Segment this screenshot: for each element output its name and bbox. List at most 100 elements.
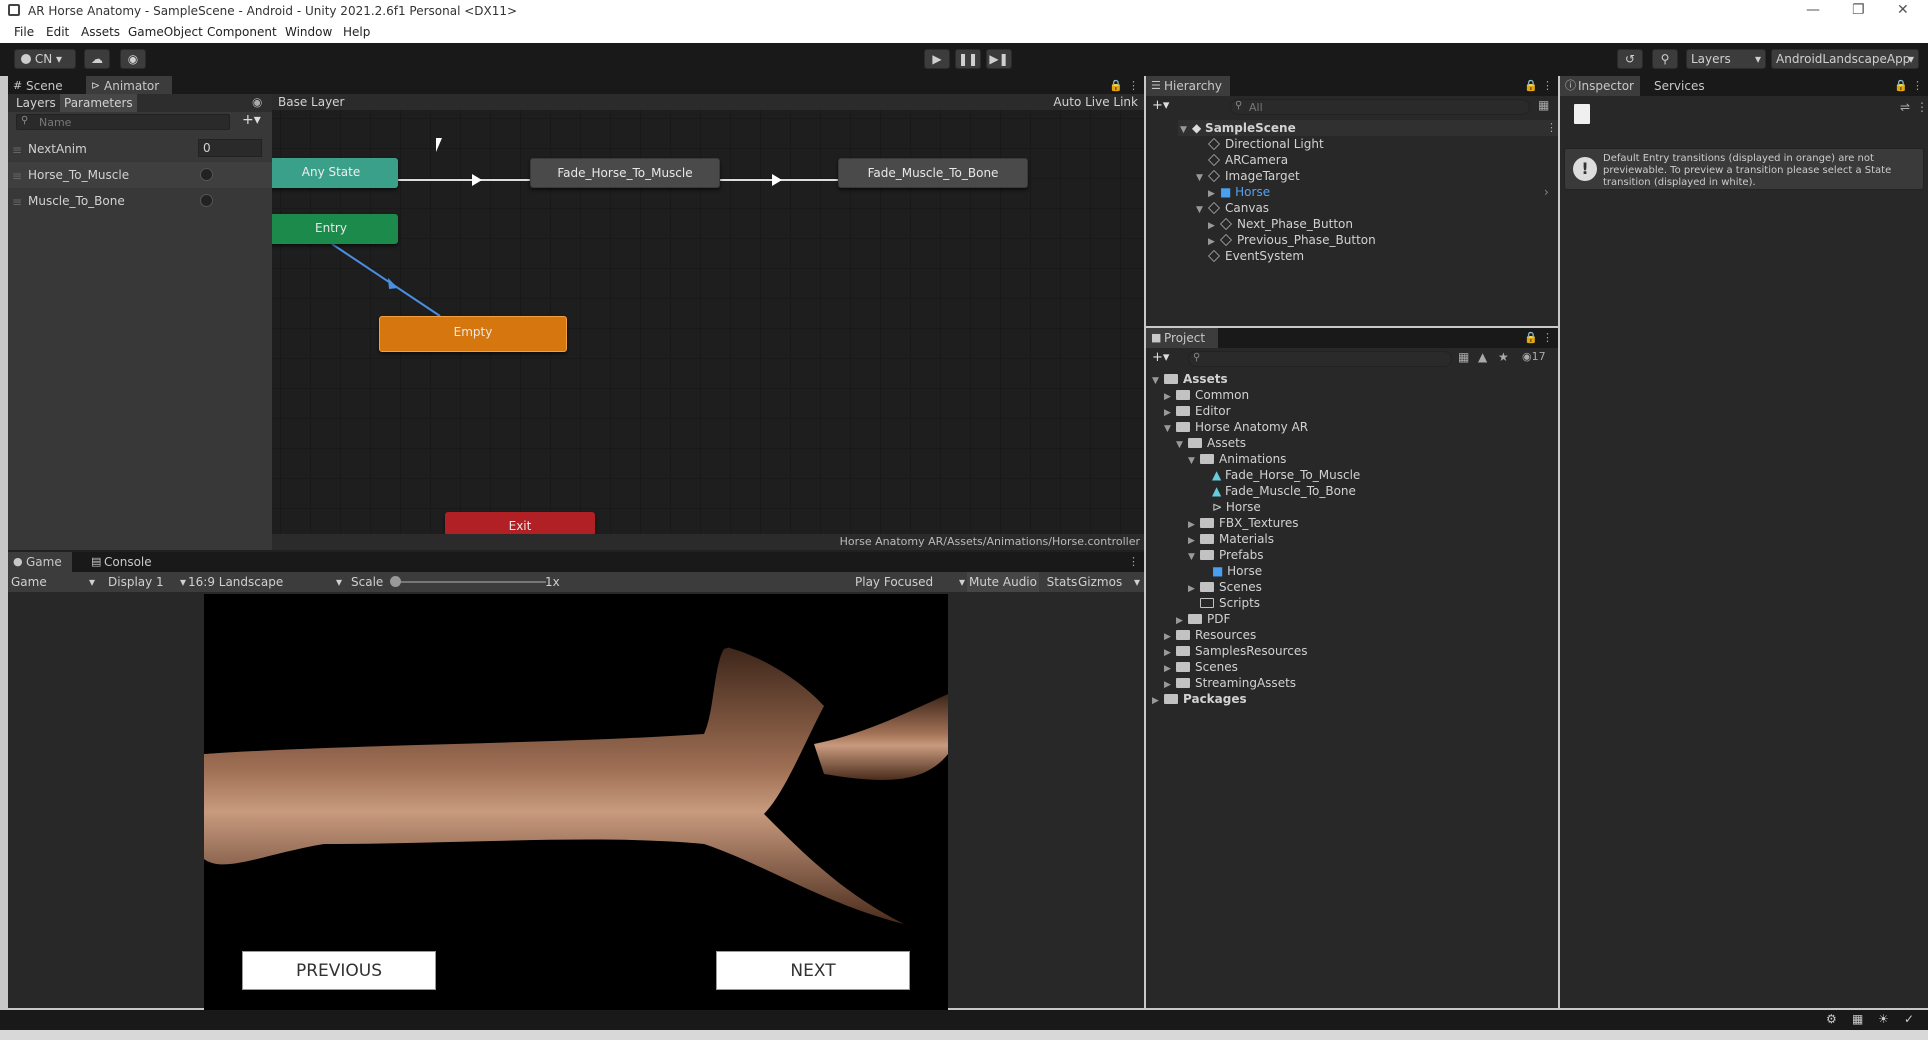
folder-item[interactable]: ▼ Assets bbox=[1176, 436, 1246, 450]
folder-item[interactable]: ▶ Common bbox=[1164, 388, 1249, 402]
create-button[interactable]: +▾ bbox=[1152, 350, 1169, 365]
hierarchy-search-input[interactable]: ⚲ All bbox=[1230, 99, 1530, 115]
tab-project[interactable]: ■ Project bbox=[1146, 328, 1218, 348]
hierarchy-item[interactable]: ARCamera bbox=[1208, 153, 1288, 167]
folder-item[interactable]: ▶ Materials bbox=[1188, 532, 1274, 546]
play-focused-dropdown[interactable]: Play Focused ▾ bbox=[855, 572, 967, 592]
folder-item[interactable]: ▶ SamplesResources bbox=[1164, 644, 1308, 658]
scale-slider-handle[interactable] bbox=[390, 576, 401, 587]
hierarchy-item[interactable]: Directional Light bbox=[1208, 137, 1324, 151]
previous-button[interactable]: PREVIOUS bbox=[242, 951, 436, 990]
lock-icon[interactable]: 🔒 bbox=[1524, 331, 1538, 344]
collab-button[interactable]: ◉ bbox=[120, 49, 146, 69]
asset-item[interactable]: ▲ Fade_Muscle_To_Bone bbox=[1212, 484, 1356, 498]
minimize-icon[interactable]: — bbox=[1806, 2, 1820, 18]
trigger-radio[interactable] bbox=[200, 194, 213, 207]
hierarchy-item[interactable]: EventSystem bbox=[1196, 249, 1304, 263]
history-button[interactable]: ↺ bbox=[1617, 49, 1643, 69]
mute-audio-button[interactable]: Mute Audio bbox=[967, 572, 1039, 592]
debug-icon[interactable]: ⚙ bbox=[1826, 1012, 1837, 1026]
breadcrumb[interactable]: Base Layer bbox=[278, 95, 345, 109]
subtab-layers[interactable]: Layers bbox=[16, 96, 56, 110]
state-fade-muscle-to-bone[interactable]: Fade_Muscle_To_Bone bbox=[838, 158, 1028, 188]
tab-services[interactable]: Services bbox=[1648, 76, 1718, 96]
kebab-menu-icon[interactable]: ⋮ bbox=[1128, 555, 1139, 568]
gizmos-dropdown[interactable]: Gizmos ▾ bbox=[1078, 572, 1142, 592]
layers-dropdown[interactable]: Layers ▾ bbox=[1686, 49, 1766, 69]
project-search-input[interactable]: ⚲ bbox=[1188, 351, 1452, 367]
hierarchy-item[interactable]: ▶ Previous_Phase_Button bbox=[1208, 233, 1376, 247]
auto-live-link-button[interactable]: Auto Live Link bbox=[1053, 95, 1138, 109]
folder-item[interactable]: ▶ Scenes bbox=[1164, 660, 1238, 674]
tab-scene[interactable]: # Scene bbox=[8, 76, 78, 96]
tab-animator[interactable]: ⊳ Animator bbox=[86, 76, 172, 96]
hidden-packages-badge[interactable]: ◉17 bbox=[1522, 350, 1546, 363]
folder-assets[interactable]: ▼ Assets bbox=[1152, 372, 1228, 386]
play-button[interactable]: ▶ bbox=[924, 49, 950, 69]
step-button[interactable]: ▶❚ bbox=[986, 49, 1012, 69]
create-button[interactable]: +▾ bbox=[1152, 98, 1169, 113]
folder-item[interactable]: ▶ Scenes bbox=[1188, 580, 1262, 594]
pause-button[interactable]: ❚❚ bbox=[955, 49, 981, 69]
hierarchy-item[interactable]: ▼ Canvas bbox=[1196, 201, 1269, 215]
subtab-parameters[interactable]: Parameters bbox=[60, 94, 137, 112]
asset-item[interactable]: ■ Horse bbox=[1212, 564, 1262, 578]
lighting-icon[interactable]: ☀ bbox=[1878, 1012, 1889, 1026]
scale-slider[interactable] bbox=[390, 576, 546, 587]
search-button[interactable]: ⚲ bbox=[1652, 49, 1678, 69]
lock-icon[interactable]: 🔒 bbox=[1109, 79, 1123, 92]
kebab-menu-icon[interactable]: ⋮ bbox=[1128, 79, 1139, 92]
state-any-state[interactable]: Any State bbox=[272, 158, 398, 188]
favorite-icon[interactable]: ★ bbox=[1498, 350, 1509, 364]
folder-item[interactable]: ▼ Horse Anatomy AR bbox=[1164, 420, 1308, 434]
state-fade-horse-to-muscle[interactable]: Fade_Horse_To_Muscle bbox=[530, 158, 720, 188]
parameter-row[interactable]: ≡ NextAnim 0 bbox=[8, 136, 272, 162]
menu-gameobject[interactable]: GameObject bbox=[128, 25, 203, 39]
display-dropdown[interactable]: Display 1 ▾ bbox=[108, 572, 188, 592]
cloud-button[interactable]: ☁ bbox=[84, 49, 110, 69]
close-icon[interactable]: ✕ bbox=[1897, 2, 1909, 18]
folder-item[interactable]: ▶ PDF bbox=[1176, 612, 1230, 626]
stats-button[interactable]: Stats bbox=[1041, 572, 1083, 592]
cache-icon[interactable]: ▦ bbox=[1852, 1012, 1863, 1026]
tab-game[interactable]: ● Game bbox=[8, 552, 72, 572]
tab-inspector[interactable]: ⓘ Inspector bbox=[1560, 76, 1640, 96]
checkmark-icon[interactable]: ✓ bbox=[1904, 1012, 1914, 1026]
folder-item[interactable]: ▼ Animations bbox=[1188, 452, 1286, 466]
next-button[interactable]: NEXT bbox=[716, 951, 910, 990]
folder-item[interactable]: ▼ Prefabs bbox=[1188, 548, 1264, 562]
search-by-type-icon[interactable]: ▦ bbox=[1458, 350, 1469, 364]
parameter-search-input[interactable]: ⚲ Name bbox=[16, 114, 230, 130]
state-entry[interactable]: Entry bbox=[272, 214, 398, 244]
folder-item[interactable]: ▶ Editor bbox=[1164, 404, 1231, 418]
settings-icon[interactable]: ⇌ bbox=[1900, 100, 1910, 114]
kebab-menu-icon[interactable]: ⋮ bbox=[1546, 121, 1557, 134]
state-exit[interactable]: Exit bbox=[445, 512, 595, 534]
parameter-int-field[interactable]: 0 bbox=[198, 139, 262, 157]
asset-item[interactable]: ⊳ Horse bbox=[1212, 500, 1261, 514]
hierarchy-item[interactable]: ▶ Next_Phase_Button bbox=[1208, 217, 1353, 231]
asset-item[interactable]: ▲ Fade_Horse_To_Muscle bbox=[1212, 468, 1360, 482]
parameter-row[interactable]: ≡ Muscle_To_Bone bbox=[8, 188, 272, 214]
menu-file[interactable]: File bbox=[14, 25, 34, 39]
state-graph[interactable]: Any State Fade_Horse_To_Muscle Fade_Musc… bbox=[272, 94, 1144, 534]
parameter-row[interactable]: ≡ Horse_To_Muscle bbox=[8, 162, 272, 188]
menu-component[interactable]: Component bbox=[207, 25, 277, 39]
menu-assets[interactable]: Assets bbox=[81, 25, 120, 39]
eye-icon[interactable]: ◉ bbox=[252, 95, 262, 109]
game-viewport[interactable]: PREVIOUS NEXT bbox=[204, 594, 948, 1010]
menu-window[interactable]: Window bbox=[285, 25, 332, 39]
kebab-menu-icon[interactable]: ⋮ bbox=[1916, 100, 1928, 114]
hierarchy-item[interactable]: ▼ ImageTarget bbox=[1196, 169, 1300, 183]
hierarchy-item-horse[interactable]: ▶ ■ Horse bbox=[1208, 185, 1270, 199]
tab-hierarchy[interactable]: ☰ Hierarchy bbox=[1146, 76, 1230, 96]
kebab-menu-icon[interactable]: ⋮ bbox=[1542, 331, 1553, 344]
menu-help[interactable]: Help bbox=[343, 25, 370, 39]
maximize-icon[interactable]: ❐ bbox=[1852, 2, 1865, 18]
tab-console[interactable]: ▤ Console bbox=[86, 552, 162, 572]
chevron-right-icon[interactable]: › bbox=[1544, 185, 1549, 199]
state-empty[interactable]: Empty bbox=[379, 316, 567, 352]
account-dropdown[interactable]: CN ▾ bbox=[14, 49, 76, 69]
trigger-radio[interactable] bbox=[200, 168, 213, 181]
folder-item[interactable]: ▶ FBX_Textures bbox=[1188, 516, 1299, 530]
